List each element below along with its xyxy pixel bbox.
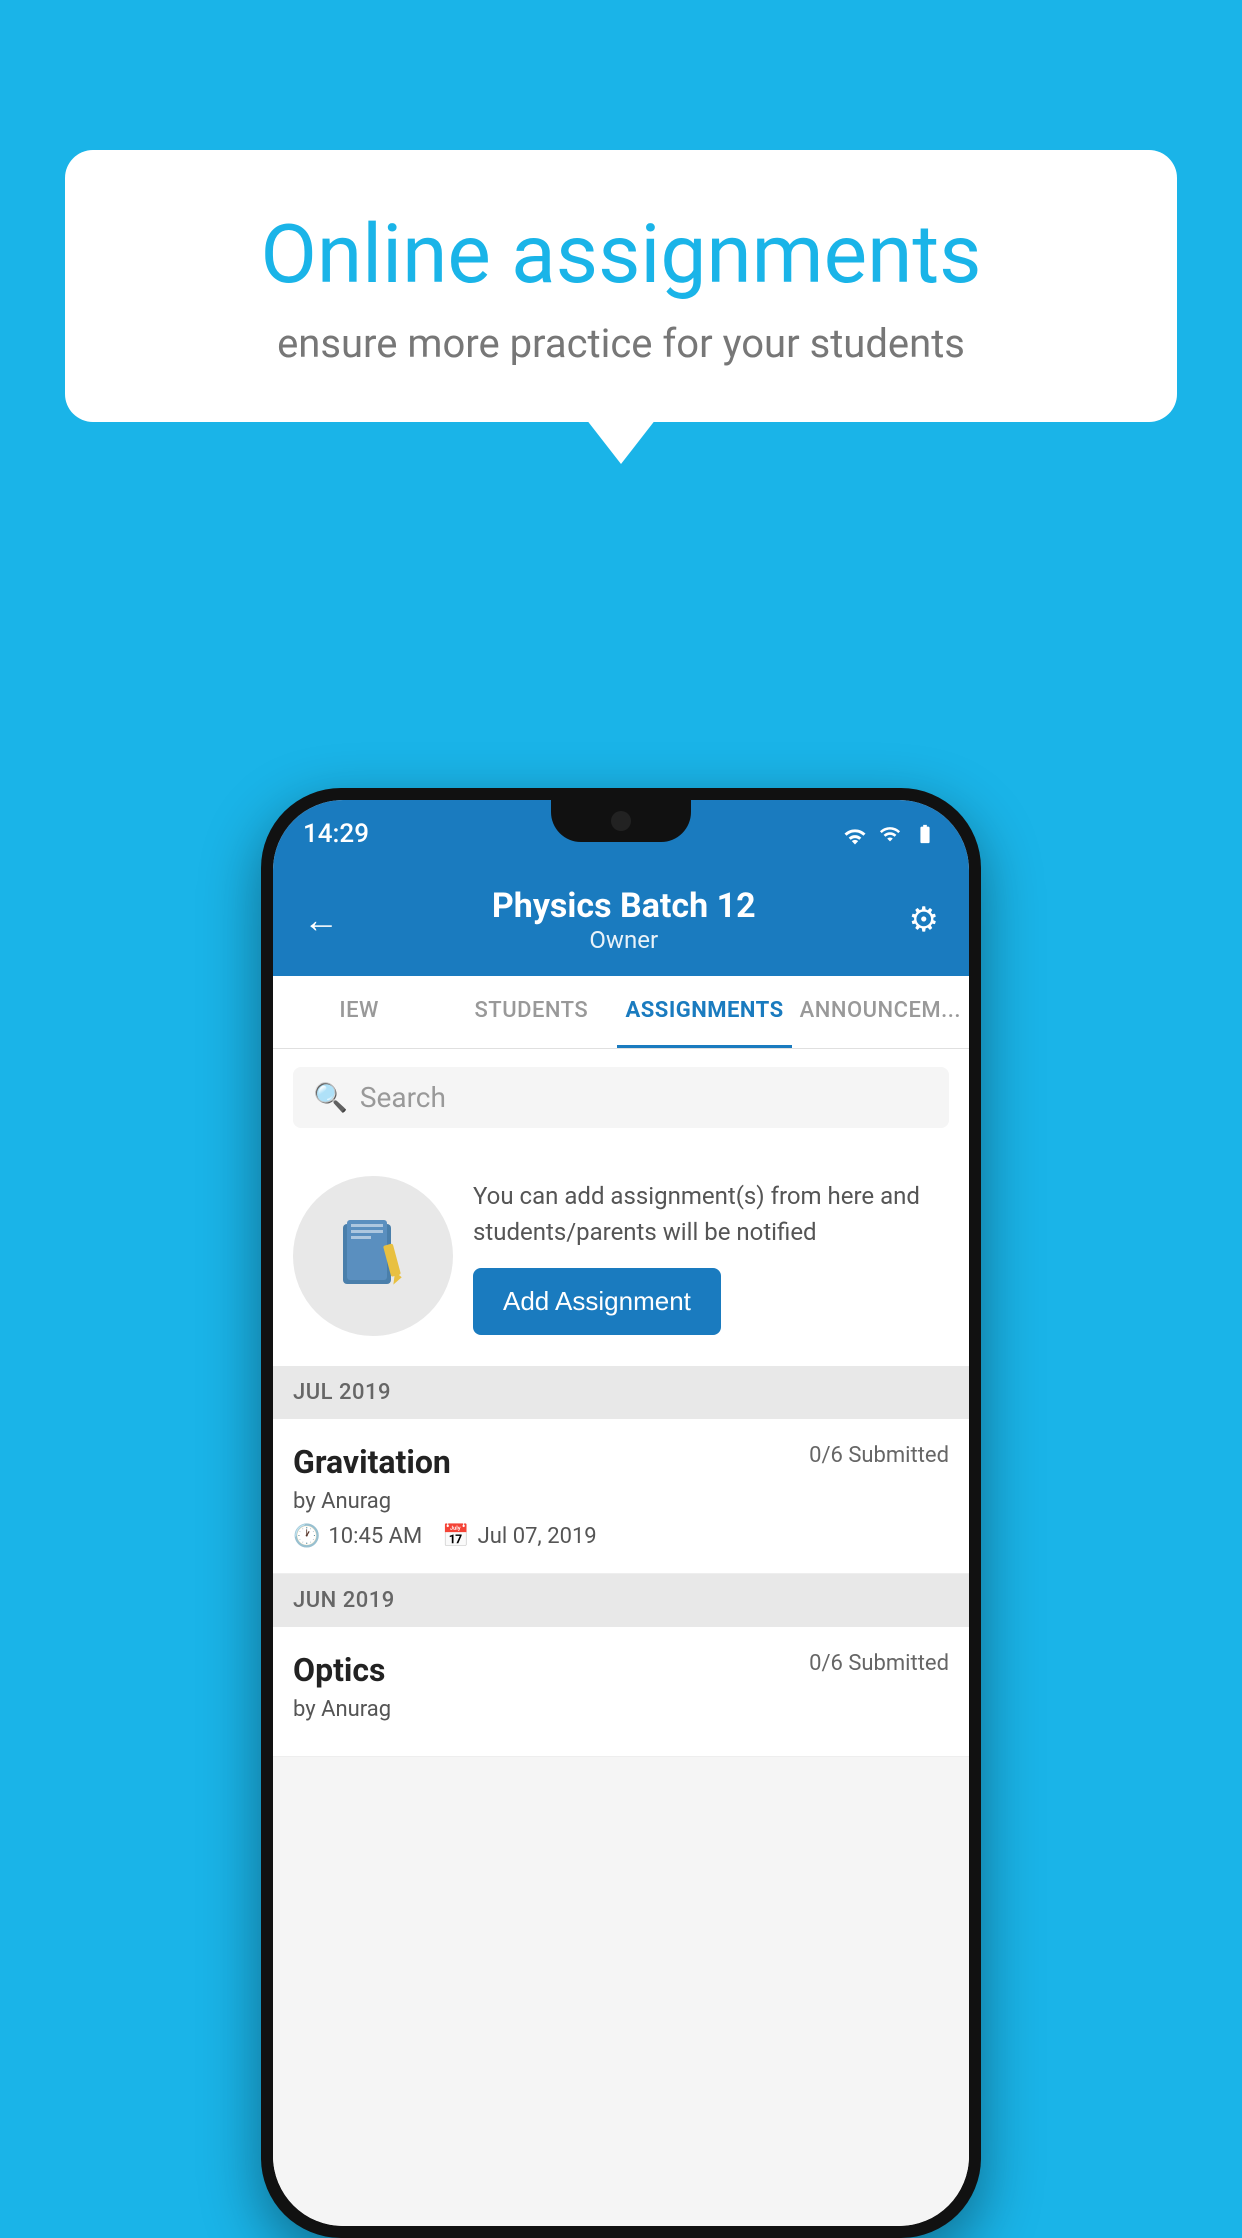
app-header: ← Physics Batch 12 Owner ⚙	[273, 868, 969, 976]
tab-assignments[interactable]: ASSIGNMENTS	[617, 976, 791, 1048]
add-assignment-button[interactable]: Add Assignment	[473, 1268, 721, 1335]
camera-dot	[611, 811, 631, 831]
assignment-meta: 🕐 10:45 AM 📅 Jul 07, 2019	[293, 1524, 949, 1549]
status-bar: 14:29	[273, 800, 969, 868]
tab-announcements[interactable]: ANNOUNCEM...	[792, 976, 969, 1048]
notch	[551, 800, 691, 842]
assignment-name-optics: Optics	[293, 1651, 385, 1689]
tab-students[interactable]: STUDENTS	[445, 976, 617, 1048]
search-bar-wrap: 🔍 Search	[273, 1049, 969, 1146]
section-header-jul: JUL 2019	[273, 1366, 969, 1419]
search-bar[interactable]: 🔍 Search	[293, 1067, 949, 1128]
assignment-submitted-optics: 0/6 Submitted	[809, 1651, 949, 1676]
screen-content: 🔍 Search	[273, 1049, 969, 2226]
search-placeholder: Search	[360, 1081, 446, 1114]
assignment-by: by Anurag	[293, 1489, 949, 1514]
settings-button[interactable]: ⚙	[909, 900, 939, 940]
tab-iew[interactable]: IEW	[273, 976, 445, 1048]
header-center: Physics Batch 12 Owner	[492, 886, 756, 954]
status-icons	[841, 823, 939, 845]
date-meta: 📅 Jul 07, 2019	[442, 1524, 596, 1549]
speech-bubble: Online assignments ensure more practice …	[65, 150, 1177, 422]
assignment-top-row-optics: Optics 0/6 Submitted	[293, 1651, 949, 1689]
section-header-jun: JUN 2019	[273, 1574, 969, 1627]
calendar-icon: 📅	[442, 1524, 469, 1549]
tab-bar: IEW STUDENTS ASSIGNMENTS ANNOUNCEM...	[273, 976, 969, 1049]
assignment-time: 10:45 AM	[328, 1524, 422, 1549]
assignment-item-optics[interactable]: Optics 0/6 Submitted by Anurag	[273, 1627, 969, 1757]
notebook-icon	[333, 1216, 413, 1296]
signal-icon	[879, 823, 901, 845]
bubble-subtitle: ensure more practice for your students	[135, 320, 1107, 367]
search-icon: 🔍	[313, 1081, 348, 1114]
promo-text-area: You can add assignment(s) from here and …	[473, 1178, 949, 1335]
assignment-top-row: Gravitation 0/6 Submitted	[293, 1443, 949, 1481]
header-subtitle: Owner	[492, 926, 756, 954]
speech-bubble-section: Online assignments ensure more practice …	[65, 150, 1177, 422]
assignment-date: Jul 07, 2019	[478, 1524, 597, 1549]
back-button[interactable]: ←	[303, 899, 339, 941]
wifi-icon	[841, 823, 869, 845]
status-time: 14:29	[303, 819, 369, 849]
promo-description: You can add assignment(s) from here and …	[473, 1178, 949, 1250]
assignment-name: Gravitation	[293, 1443, 451, 1481]
bubble-title: Online assignments	[135, 210, 1107, 300]
phone-frame: 14:29 ← Phys	[261, 788, 981, 2238]
assignment-submitted: 0/6 Submitted	[809, 1443, 949, 1468]
promo-card: You can add assignment(s) from here and …	[273, 1146, 969, 1366]
assignment-icon-circle	[293, 1176, 453, 1336]
clock-icon: 🕐	[293, 1524, 320, 1549]
header-title: Physics Batch 12	[492, 886, 756, 926]
phone-screen: 14:29 ← Phys	[273, 800, 969, 2226]
assignment-by-optics: by Anurag	[293, 1697, 949, 1722]
assignment-item-gravitation[interactable]: Gravitation 0/6 Submitted by Anurag 🕐 10…	[273, 1419, 969, 1574]
time-meta: 🕐 10:45 AM	[293, 1524, 422, 1549]
battery-icon	[911, 823, 939, 845]
